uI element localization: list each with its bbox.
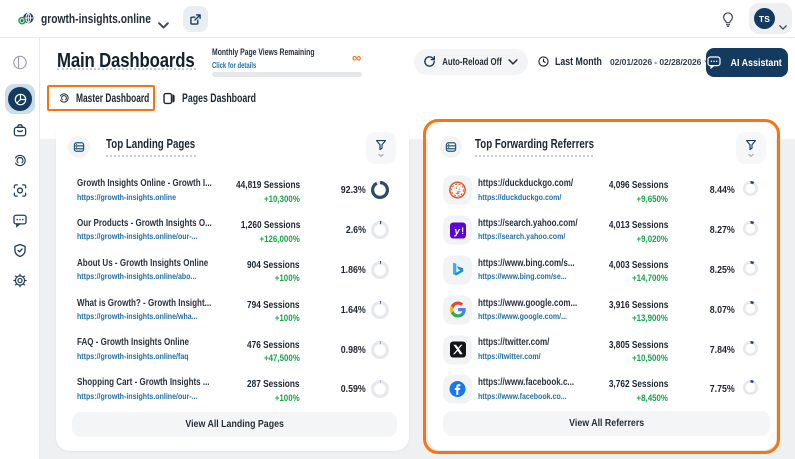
svg-text:!: ! xyxy=(461,226,464,236)
svg-text:y: y xyxy=(453,226,460,237)
